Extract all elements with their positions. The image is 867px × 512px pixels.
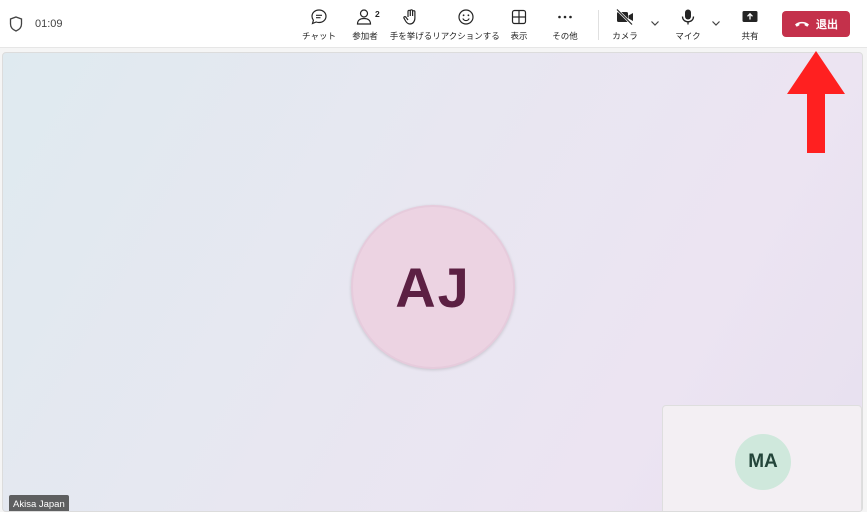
video-stage: AJ Akisa Japan MA (2, 52, 863, 512)
participants-button[interactable]: 2 参加者 (350, 6, 380, 44)
leave-button[interactable]: 退出 (782, 11, 850, 37)
view-button[interactable]: 表示 (506, 6, 532, 44)
leave-label: 退出 (816, 18, 838, 31)
mic-button[interactable]: マイク (675, 6, 701, 44)
participant-name: Akisa Japan (13, 498, 65, 510)
mic-label: マイク (675, 32, 701, 42)
more-button[interactable]: その他 (550, 6, 580, 44)
smiley-icon (457, 6, 475, 28)
more-icon (556, 6, 574, 28)
self-initials: MA (748, 451, 778, 472)
meeting-info: 01:09 (9, 16, 63, 32)
participants-label: 参加者 (352, 32, 378, 42)
toolbar-divider (598, 10, 599, 40)
microphone-icon (680, 6, 696, 28)
share-button[interactable]: 共有 (737, 6, 763, 44)
camera-options-chevron-icon[interactable] (649, 17, 661, 29)
self-video-tile[interactable]: MA (662, 405, 862, 511)
hang-up-icon (795, 21, 809, 27)
hand-icon (402, 6, 420, 28)
more-label: その他 (552, 32, 578, 42)
self-avatar: MA (735, 434, 791, 490)
raise-hand-button[interactable]: 手を挙げる (390, 6, 432, 44)
view-label: 表示 (510, 32, 528, 42)
participant-avatar: AJ (351, 205, 515, 369)
share-label: 共有 (741, 32, 759, 42)
react-label: リアクションする (432, 32, 500, 42)
raise-hand-label: 手を挙げる (389, 32, 433, 42)
participants-count: 2 (375, 9, 380, 19)
meeting-timer: 01:09 (35, 18, 63, 30)
chat-icon (310, 6, 328, 28)
mic-options-chevron-icon[interactable] (710, 17, 722, 29)
camera-off-icon (615, 6, 635, 28)
camera-label: カメラ (612, 32, 638, 42)
chat-label: チャット (302, 32, 336, 42)
participant-name-tag: Akisa Japan (9, 495, 69, 511)
participant-initials: AJ (395, 255, 471, 319)
annotation-arrow-icon (787, 51, 845, 153)
meeting-toolbar: 01:09 チャット 2 参加者 手を挙げる リアクションする 表示 その他 カ… (0, 0, 867, 48)
grid-view-icon (511, 6, 527, 28)
people-icon: 2 (355, 6, 380, 28)
share-screen-icon (741, 6, 759, 28)
camera-button[interactable]: カメラ (612, 6, 638, 44)
react-button[interactable]: リアクションする (432, 6, 500, 44)
shield-icon (9, 16, 23, 32)
chat-button[interactable]: チャット (302, 6, 336, 44)
